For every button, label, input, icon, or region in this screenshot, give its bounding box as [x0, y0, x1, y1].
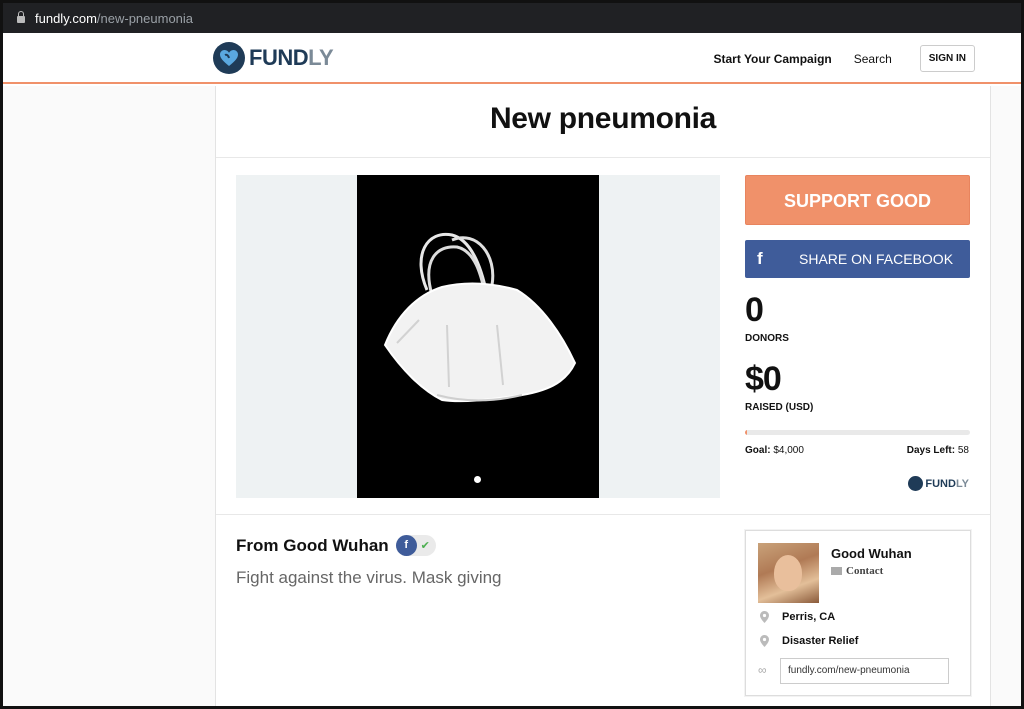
- campaign-title: New pneumonia: [489, 102, 717, 135]
- organizer-name: Good Wuhan: [831, 546, 912, 561]
- sign-in-button[interactable]: SIGN IN: [919, 45, 975, 72]
- campaign-description: Fight against the virus. Mask giving: [236, 568, 502, 587]
- envelope-icon: [831, 567, 842, 575]
- raised-label: RAISED (USD): [745, 402, 814, 413]
- facebook-icon: f: [757, 249, 763, 268]
- avatar: [758, 543, 819, 603]
- heart-logo-icon: [213, 42, 245, 74]
- main-nav: Start Your Campaign Search SIGN IN: [713, 45, 975, 72]
- search-link[interactable]: Search: [854, 52, 892, 66]
- contact-link[interactable]: Contact: [831, 565, 883, 577]
- carousel-dot[interactable]: [474, 476, 481, 483]
- donors-label: DONORS: [745, 333, 789, 344]
- days-left-info: Days Left: 58: [906, 445, 969, 456]
- support-button[interactable]: SUPPORT GOOD: [745, 175, 970, 225]
- location-row: Perris, CA: [760, 611, 835, 623]
- donors-count: 0: [745, 291, 764, 329]
- raised-amount: $0: [745, 360, 782, 398]
- progress-fill: [745, 430, 748, 435]
- link-icon: ∞: [758, 663, 767, 677]
- campaign-container: New pneumonia SUPPORT GOOD f SHARE ON FA…: [215, 86, 991, 706]
- url-text[interactable]: fundly.com/new-pneumonia: [35, 11, 193, 26]
- heart-logo-icon: [908, 476, 924, 491]
- organizer-card: Good Wuhan Contact Perris, CA Disaster R…: [745, 530, 971, 696]
- category-row: Disaster Relief: [760, 635, 858, 647]
- address-bar[interactable]: fundly.com/new-pneumonia: [3, 3, 1021, 33]
- start-campaign-link[interactable]: Start Your Campaign: [713, 52, 831, 66]
- browser-window: fundly.com/new-pneumonia FUNDLY Start Yo…: [0, 0, 1024, 709]
- site-header: FUNDLY Start Your Campaign Search SIGN I…: [3, 33, 1021, 84]
- from-text: From Good Wuhan: [236, 535, 389, 555]
- divider: [216, 157, 990, 158]
- share-facebook-button[interactable]: f SHARE ON FACEBOOK: [745, 240, 970, 278]
- lock-icon: [17, 11, 25, 23]
- category-text: Disaster Relief: [782, 635, 859, 647]
- check-icon: ✔: [420, 540, 430, 552]
- map-pin-icon: [760, 635, 769, 647]
- location-text: Perris, CA: [782, 611, 836, 623]
- facebook-verified-badge: f ✔: [395, 535, 436, 556]
- campaign-link-field[interactable]: fundly.com/new-pneumonia: [780, 658, 949, 684]
- fundly-logo[interactable]: FUNDLY: [213, 42, 334, 74]
- organizer-heading: From Good Wuhan f ✔: [236, 535, 436, 556]
- map-pin-icon: [760, 611, 769, 623]
- campaign-media-carousel[interactable]: [236, 175, 720, 498]
- mask-image: [357, 175, 599, 498]
- goal-info: Goal: $4,000: [745, 445, 804, 456]
- funding-progress-bar: [745, 430, 970, 435]
- fundly-footer-logo: FUNDLY: [908, 476, 969, 491]
- facebook-icon: f: [395, 535, 417, 556]
- divider: [216, 514, 990, 515]
